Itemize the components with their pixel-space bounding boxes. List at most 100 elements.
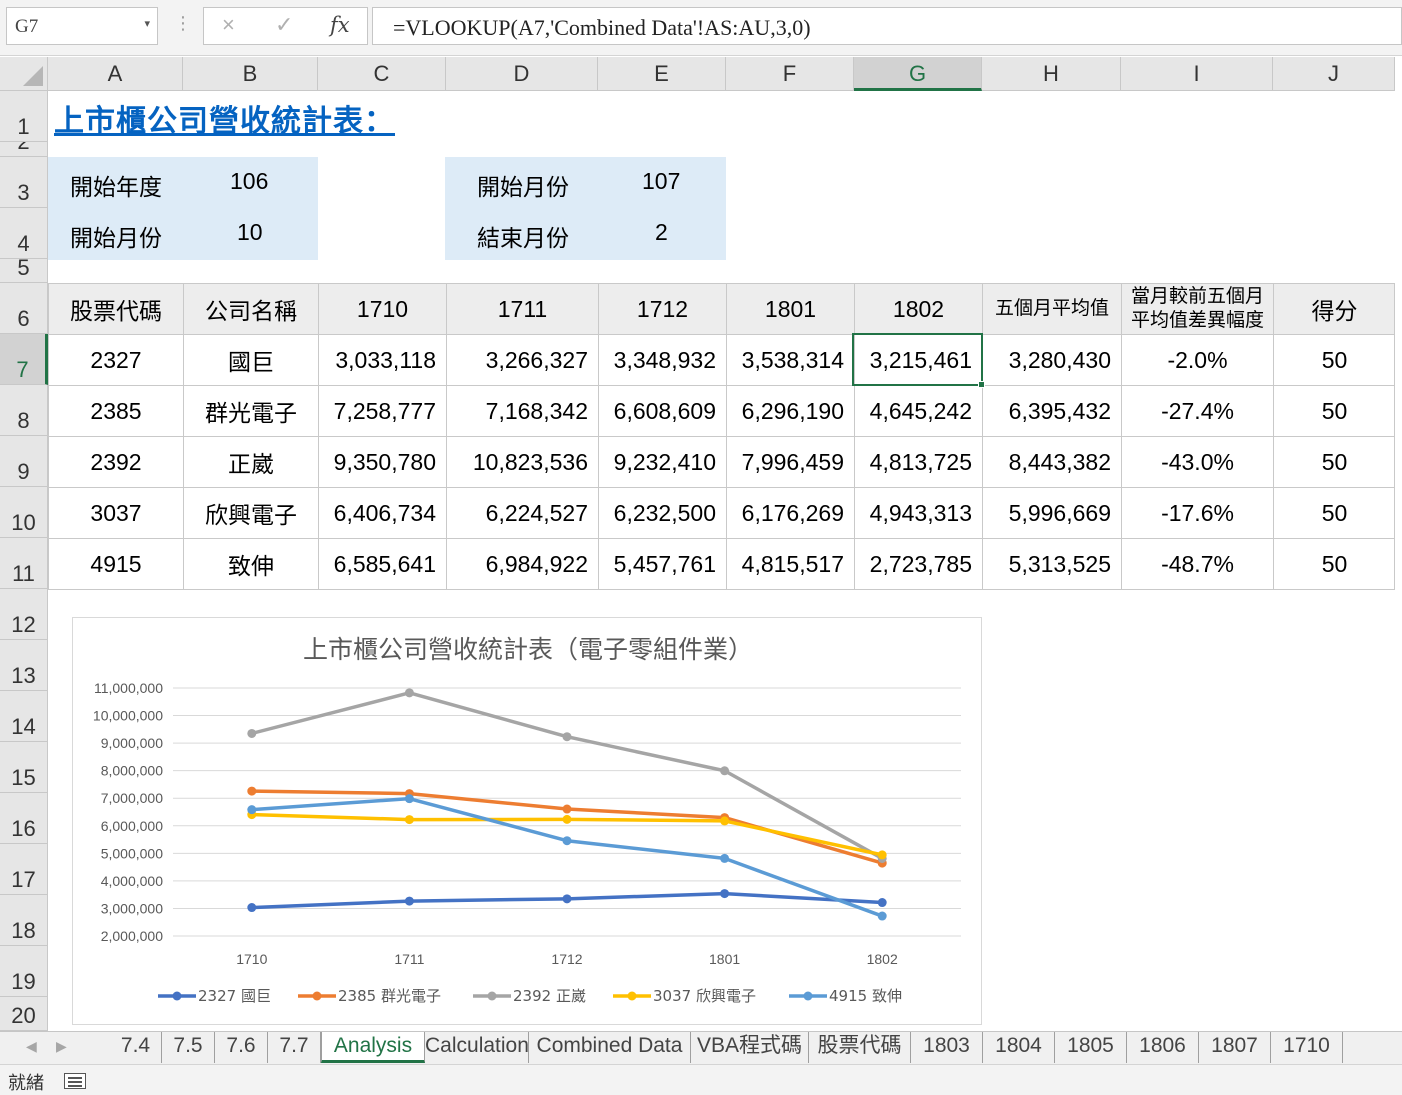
table-cell[interactable]: 6,395,432 — [982, 385, 1121, 436]
line-chart[interactable]: 上市櫃公司營收統計表（電子零組件業） 11,000,000 10,000,000 9,… — [72, 617, 982, 1025]
table-cell[interactable]: 50 — [1273, 436, 1395, 487]
sheet-tab-5[interactable]: Calculation — [425, 1032, 529, 1063]
sheet-tab-8[interactable]: 股票代碼 — [809, 1032, 911, 1063]
table-header-cell[interactable]: 得分 — [1273, 283, 1395, 334]
row-header-19[interactable]: 19 — [0, 946, 48, 997]
column-header-j[interactable]: J — [1273, 57, 1395, 91]
row-header-17[interactable]: 17 — [0, 844, 48, 895]
sheet-tab-13[interactable]: 1807 — [1199, 1032, 1271, 1063]
column-header-d[interactable]: D — [446, 57, 598, 91]
sheet-tab-14[interactable]: 1710 — [1271, 1032, 1343, 1063]
table-header-cell[interactable]: 當月較前五個月平均值差異幅度 — [1121, 283, 1273, 334]
table-cell[interactable]: 50 — [1273, 334, 1395, 385]
table-cell[interactable]: -17.6% — [1121, 487, 1273, 538]
sheet-tab-10[interactable]: 1804 — [983, 1032, 1055, 1063]
table-header-cell[interactable]: 1711 — [446, 283, 598, 334]
formula-input[interactable]: =VLOOKUP(A7,'Combined Data'!AS:AU,3,0) — [372, 7, 1402, 45]
table-header-cell[interactable]: 1710 — [318, 283, 446, 334]
column-header-c[interactable]: C — [318, 57, 446, 91]
sheet-title[interactable]: 上市櫃公司營收統計表： — [54, 96, 395, 140]
table-cell[interactable]: 2392 — [48, 436, 183, 487]
row-header-18[interactable]: 18 — [0, 895, 48, 946]
param-value-end-month[interactable]: 2 — [655, 219, 668, 246]
table-header-cell[interactable]: 1801 — [726, 283, 854, 334]
scroll-tabs-right-icon[interactable]: ▶ — [56, 1038, 67, 1055]
column-header-e[interactable]: E — [598, 57, 726, 91]
table-cell[interactable]: 欣興電子 — [183, 487, 318, 538]
table-cell[interactable]: -43.0% — [1121, 436, 1273, 487]
column-header-a[interactable]: A — [48, 57, 183, 91]
table-cell[interactable]: 3,280,430 — [982, 334, 1121, 385]
scroll-tabs-left-icon[interactable]: ◀ — [26, 1038, 37, 1055]
row-header-15[interactable]: 15 — [0, 742, 48, 793]
table-cell[interactable]: 7,258,777 — [318, 385, 446, 436]
row-header-10[interactable]: 10 — [0, 487, 48, 538]
insert-function-icon[interactable]: fx — [330, 13, 350, 37]
row-header-6[interactable]: 6 — [0, 283, 48, 334]
table-cell[interactable]: 4,943,313 — [854, 487, 982, 538]
sheet-tab-7[interactable]: VBA程式碼 — [691, 1032, 809, 1063]
table-cell[interactable]: 5,457,761 — [598, 538, 726, 589]
table-cell[interactable]: 50 — [1273, 385, 1395, 436]
column-header-b[interactable]: B — [183, 57, 318, 91]
sheet-tab-4[interactable]: Analysis — [321, 1032, 425, 1063]
table-cell[interactable]: 4,813,725 — [854, 436, 982, 487]
row-header-11[interactable]: 11 — [0, 538, 48, 589]
table-cell[interactable]: 4,815,517 — [726, 538, 854, 589]
row-header-7[interactable]: 7 — [0, 334, 48, 385]
sheet-tab-11[interactable]: 1805 — [1055, 1032, 1127, 1063]
table-cell[interactable]: 6,176,269 — [726, 487, 854, 538]
table-cell[interactable]: 致伸 — [183, 538, 318, 589]
param-value-end-start-month[interactable]: 107 — [642, 168, 680, 195]
table-cell[interactable]: 3,348,932 — [598, 334, 726, 385]
table-cell[interactable]: 6,296,190 — [726, 385, 854, 436]
row-header-16[interactable]: 16 — [0, 793, 48, 844]
row-header-2[interactable]: 2 — [0, 142, 48, 157]
select-all-button[interactable] — [0, 57, 48, 91]
sheet-tab-0[interactable]: 7.4 — [110, 1032, 162, 1063]
table-cell[interactable]: 7,168,342 — [446, 385, 598, 436]
row-header-5[interactable]: 5 — [0, 259, 48, 283]
table-cell[interactable]: 2,723,785 — [854, 538, 982, 589]
table-header-cell[interactable]: 股票代碼 — [48, 283, 183, 334]
table-cell[interactable]: 2385 — [48, 385, 183, 436]
table-cell[interactable]: 50 — [1273, 487, 1395, 538]
table-cell[interactable]: 9,232,410 — [598, 436, 726, 487]
table-cell[interactable]: 10,823,536 — [446, 436, 598, 487]
row-header-12[interactable]: 12 — [0, 589, 48, 640]
table-cell[interactable]: 7,996,459 — [726, 436, 854, 487]
table-cell[interactable]: 6,406,734 — [318, 487, 446, 538]
table-cell[interactable]: 正崴 — [183, 436, 318, 487]
table-cell[interactable]: 6,608,609 — [598, 385, 726, 436]
table-cell[interactable]: 50 — [1273, 538, 1395, 589]
param-label-start-year[interactable]: 開始年度 — [70, 168, 162, 202]
sheet-tab-2[interactable]: 7.6 — [215, 1032, 268, 1063]
table-cell[interactable]: 9,350,780 — [318, 436, 446, 487]
column-header-f[interactable]: F — [726, 57, 854, 91]
param-value-start-month[interactable]: 10 — [237, 219, 263, 246]
table-cell[interactable]: 4915 — [48, 538, 183, 589]
table-header-cell[interactable]: 1712 — [598, 283, 726, 334]
fill-handle[interactable] — [978, 381, 985, 388]
sheet-tab-12[interactable]: 1806 — [1127, 1032, 1199, 1063]
table-cell[interactable]: 2327 — [48, 334, 183, 385]
table-cell[interactable]: 3,266,327 — [446, 334, 598, 385]
param-label-start-month[interactable]: 開始月份 — [70, 219, 162, 253]
macro-recording-icon[interactable] — [64, 1073, 86, 1089]
row-header-9[interactable]: 9 — [0, 436, 48, 487]
table-cell[interactable]: -27.4% — [1121, 385, 1273, 436]
row-header-1[interactable]: 1 — [0, 91, 48, 142]
param-label-end-month[interactable]: 結束月份 — [477, 219, 569, 253]
sheet-tab-9[interactable]: 1803 — [911, 1032, 983, 1063]
row-header-13[interactable]: 13 — [0, 640, 48, 691]
cancel-icon[interactable]: × — [222, 12, 235, 38]
chevron-down-icon[interactable]: ▾ — [144, 17, 150, 30]
column-header-h[interactable]: H — [982, 57, 1121, 91]
row-header-3[interactable]: 3 — [0, 157, 48, 208]
table-cell[interactable]: 6,585,641 — [318, 538, 446, 589]
column-header-g[interactable]: G — [854, 57, 982, 91]
table-cell[interactable]: 8,443,382 — [982, 436, 1121, 487]
table-cell[interactable]: 5,996,669 — [982, 487, 1121, 538]
table-cell[interactable]: 3037 — [48, 487, 183, 538]
table-cell[interactable]: 6,232,500 — [598, 487, 726, 538]
